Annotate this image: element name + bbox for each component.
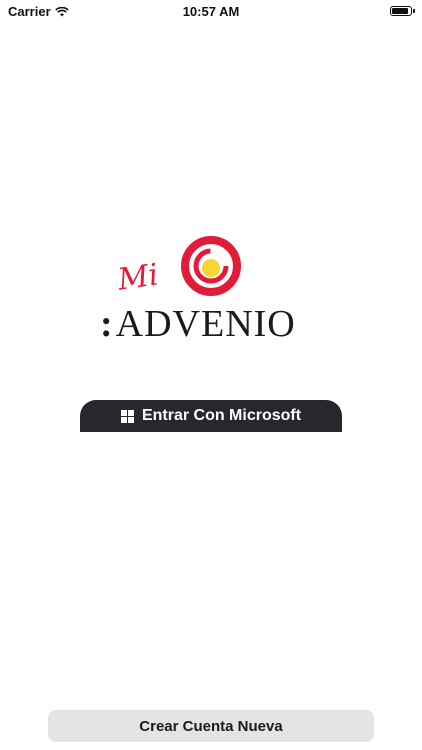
logo-colon: : (100, 303, 114, 345)
windows-icon (120, 409, 134, 423)
logo-wordmark: :ADVENIO (100, 302, 296, 346)
battery-icon (390, 6, 415, 16)
logo-brand: ADVENIO (115, 303, 296, 345)
create-account-button[interactable]: Crear Cuenta Nueva (48, 710, 374, 742)
logo-mi: Mi (115, 257, 161, 298)
app-logo: Mi :ADVENIO (80, 232, 340, 352)
status-bar: Carrier 10:57 AM (0, 0, 422, 24)
microsoft-login-label: Entrar Con Microsoft (141, 407, 302, 424)
microsoft-login-button[interactable]: Entrar Con Microsoft (80, 400, 342, 432)
status-time: 10:57 AM (182, 4, 240, 19)
